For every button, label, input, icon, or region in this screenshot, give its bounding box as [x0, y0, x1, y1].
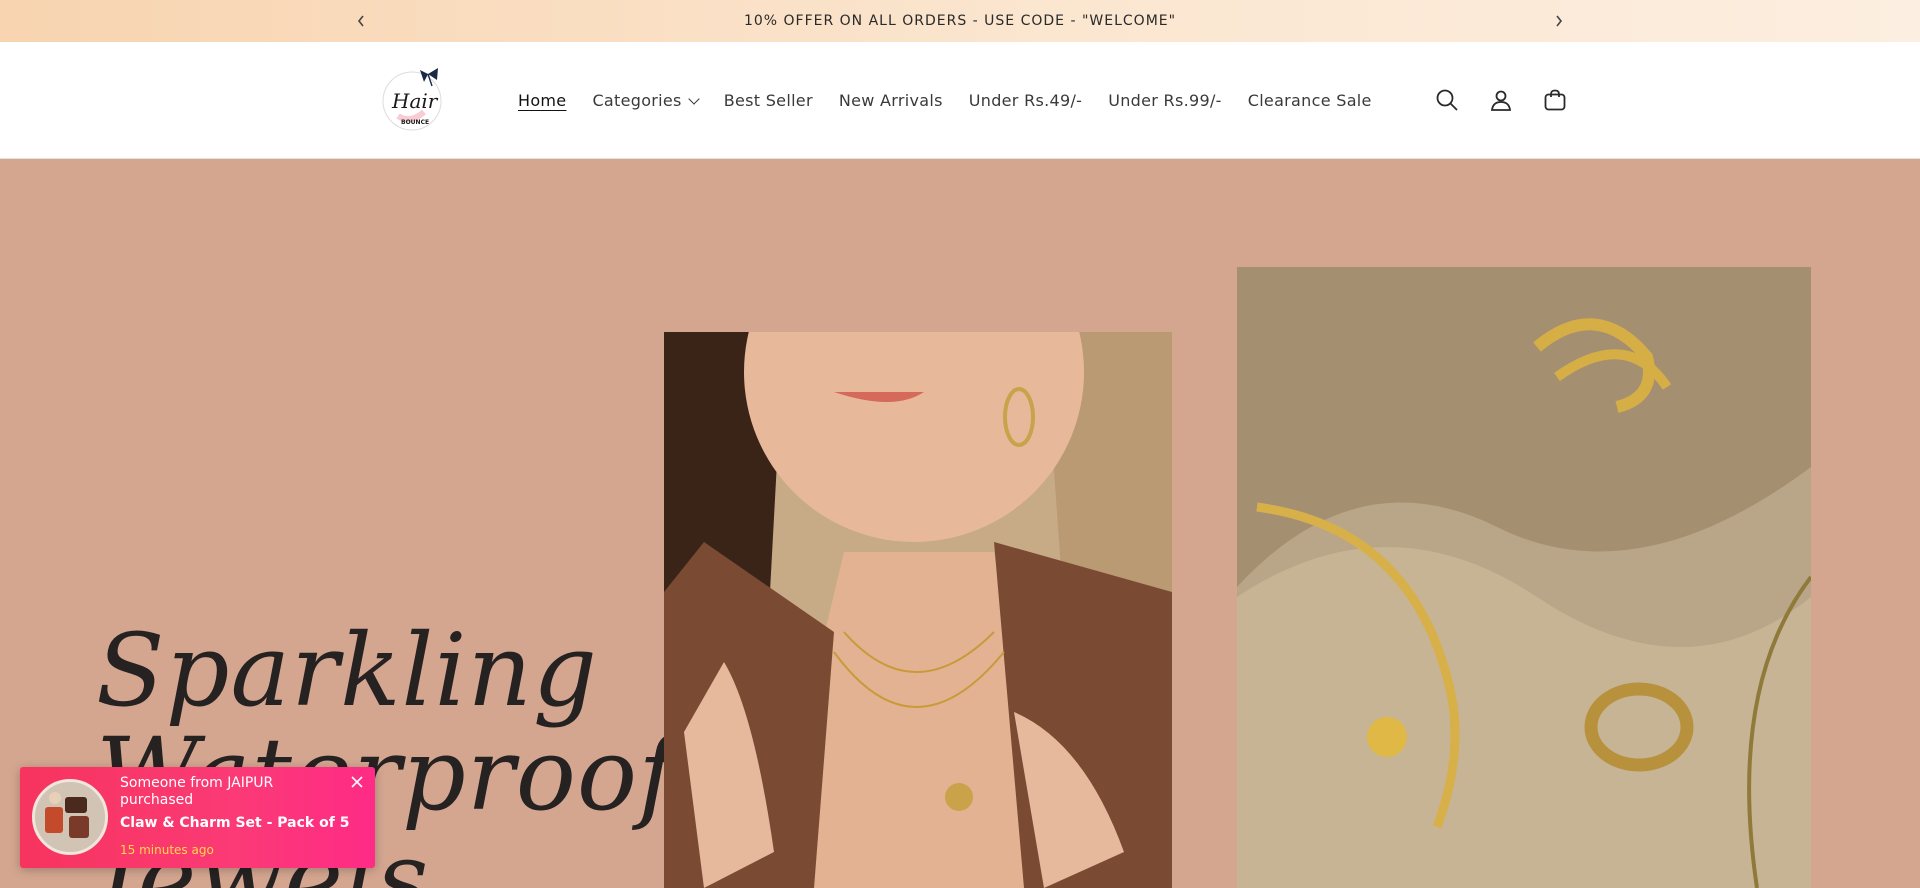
chevron-left-icon[interactable]: [348, 8, 374, 34]
header-icons: [1430, 78, 1572, 122]
hero-title-line1: Sparkling: [96, 612, 598, 729]
hero-image-jewelry: [1237, 267, 1811, 888]
logo-word: Hair: [391, 89, 439, 113]
close-icon[interactable]: [348, 775, 366, 793]
toast-time: 15 minutes ago: [120, 843, 214, 857]
nav-clearance-sale[interactable]: Clearance Sale: [1248, 91, 1372, 110]
logo-sub: BOUNCE: [401, 119, 429, 126]
hero-image-model: [664, 332, 1172, 888]
nav-categories[interactable]: Categories: [592, 91, 700, 110]
nav-home[interactable]: Home: [518, 91, 566, 110]
nav-categories-label: Categories: [592, 91, 682, 110]
toast-product-name[interactable]: Claw & Charm Set - Pack of 5: [120, 815, 349, 831]
nav-under-49[interactable]: Under Rs.49/-: [969, 91, 1082, 110]
announcement-text[interactable]: 10% OFFER ON ALL ORDERS - USE CODE - "WE…: [744, 13, 1176, 29]
logo[interactable]: Hair BOUNCE: [380, 64, 450, 134]
product-thumbnail: [32, 779, 108, 855]
account-icon[interactable]: [1484, 78, 1518, 122]
site-header: Hair BOUNCE Home Categories Best Seller …: [0, 42, 1920, 159]
nav-new-arrivals[interactable]: New Arrivals: [839, 91, 943, 110]
cart-icon[interactable]: [1538, 78, 1572, 122]
announcement-bar: 10% OFFER ON ALL ORDERS - USE CODE - "WE…: [0, 0, 1920, 42]
nav-under-99[interactable]: Under Rs.99/-: [1108, 91, 1221, 110]
main-nav: Home Categories Best Seller New Arrivals…: [518, 42, 1372, 159]
chevron-down-icon: [688, 92, 700, 105]
toast-location-text: Someone from JAIPUR purchased: [120, 775, 274, 808]
nav-best-seller[interactable]: Best Seller: [724, 91, 813, 110]
purchase-notification[interactable]: Someone from JAIPUR purchased Claw & Cha…: [20, 767, 375, 868]
search-icon[interactable]: [1430, 78, 1464, 122]
chevron-right-icon[interactable]: [1546, 8, 1572, 34]
